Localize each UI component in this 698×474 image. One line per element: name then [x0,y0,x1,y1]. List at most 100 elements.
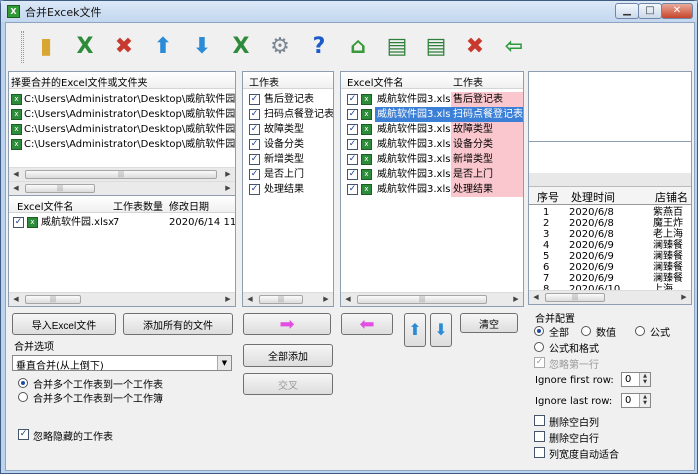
table-row[interactable]: ✓ x 威航软件园3.xlsx 售后登记表 [341,92,523,107]
chevron-down-icon[interactable]: ▼ [217,356,231,370]
sheet-checkbox[interactable]: ✓ [249,169,260,180]
table-row[interactable]: 1 2020/6/8 紫燕百 [529,207,691,218]
open-folder-toolbar-button[interactable]: ▮ [28,28,64,66]
exit-toolbar-button[interactable]: ⇦ [496,28,532,66]
col-excel-name[interactable]: Excel文件名 [17,198,74,212]
file-table[interactable]: Excel文件名 工作表数量 修改日期 ✓ x 威航软件园.xlsx 7 202… [8,195,236,307]
merge-to-sheet-radio[interactable] [18,378,28,388]
move-down-toolbar-button[interactable]: ⬇ [184,28,220,66]
sheet-checkbox[interactable]: ✓ [249,184,260,195]
scroll-right-icon[interactable]: ▶ [221,182,235,195]
import-excel-button[interactable]: 导入Excel文件 [12,313,116,335]
move-down-icon[interactable]: ⬇ [430,313,452,347]
col-time[interactable]: 处理时间 [571,189,615,205]
add-all-button[interactable]: 全部添加 [243,344,333,367]
table-row[interactable]: ✓ x 威航软件园.xlsx 7 2020/6/14 11:0 [9,215,235,230]
files-panel[interactable]: 择要合并的Excel文件或文件夹 x C:\Users\Administrator… [8,71,236,196]
cross-button[interactable]: 交叉 [243,373,333,395]
table-row[interactable]: 7 2020/6/9 澜臻餐 [529,273,691,284]
excel-toolbar-button[interactable]: X [67,28,103,66]
ignore-hidden-checkbox[interactable]: ✓ [18,429,29,440]
scroll-thumb[interactable]: ||| [259,295,303,304]
list-item[interactable]: ✓ 故障类型 [243,122,333,137]
move-up-icon[interactable]: ⬆ [404,313,426,347]
row-checkbox[interactable]: ✓ [347,154,358,165]
col-sheet[interactable]: 工作表 [453,74,483,88]
title-bar[interactable]: X 合并Excek文件 ▁ □ ✕ [1,1,697,22]
ignore-first-row-stepper[interactable]: 0 ▲ ▼ [621,372,651,387]
scroll-right-icon[interactable]: ▶ [221,293,235,306]
scroll-left-icon[interactable]: ◀ [341,293,355,306]
import-sheet-toolbar-button[interactable]: ▤ [379,28,415,66]
table-row[interactable]: ✓ x 威航软件园3.xlsx 设备分类 [341,137,523,152]
row-checkbox[interactable]: ✓ [347,94,358,105]
clear-button[interactable]: 清空 [460,313,518,333]
row-checkbox[interactable]: ✓ [347,109,358,120]
table-row[interactable]: 5 2020/6/9 澜臻餐 [529,251,691,262]
table-row[interactable]: 6 2020/6/9 澜臻餐 [529,262,691,273]
autofit-col-checkbox[interactable] [534,447,545,458]
delete-empty-row-checkbox[interactable] [534,431,545,442]
list-item[interactable]: ✓ 处理结果 [243,182,333,197]
delete-file-toolbar-button[interactable]: ✖ [457,28,493,66]
scroll-thumb[interactable]: ||| [25,170,217,179]
scroll-left-icon[interactable]: ◀ [9,182,23,195]
copy-formula-radio[interactable] [635,326,645,336]
table-row[interactable]: ✓ x 威航软件园3.xlsx 是否上门 [341,167,523,182]
sheets-panel[interactable]: 工作表 ✓ 售后登记表 ✓ 扫码点餐登记表 ✓ 故障类型 ✓ 设备分类 ✓ 新增类型 ✓ 是否上门 ✓ 处… [242,71,334,307]
settings-toolbar-button[interactable]: ⚙ [262,28,298,66]
sheet-checkbox[interactable]: ✓ [249,94,260,105]
scroll-left-icon[interactable]: ◀ [529,291,543,304]
row-checkbox[interactable]: ✓ [347,184,358,195]
col-modified-date[interactable]: 修改日期 [169,198,209,212]
files-hscroll[interactable]: ◀ ||| ▶ [9,167,235,181]
export-sheet-toolbar-button[interactable]: ▤ [418,28,454,66]
xlsx-export-toolbar-button[interactable]: X [223,28,259,66]
preview-hscroll[interactable]: ◀ ||| ▶ [529,290,691,304]
selected-sheets-panel[interactable]: Excel文件名 工作表 ✓ x 威航软件园3.xlsx 售后登记表 ✓ x 威航软件园3.… [340,71,524,307]
scroll-thumb[interactable]: ||| [357,295,487,304]
scroll-thumb[interactable]: ||| [545,293,605,302]
list-item[interactable]: ✓ 是否上门 [243,167,333,182]
sheet-checkbox[interactable]: ✓ [249,154,260,165]
table-row[interactable]: 4 2020/6/9 澜臻餐 [529,240,691,251]
scroll-right-icon[interactable]: ▶ [509,293,523,306]
scroll-left-icon[interactable]: ◀ [9,293,23,306]
row-checkbox[interactable]: ✓ [347,139,358,150]
sheet-checkbox[interactable]: ✓ [249,124,260,135]
table-row[interactable]: 2 2020/6/8 魔王炸 [529,218,691,229]
row-checkbox[interactable]: ✓ [347,169,358,180]
table-row[interactable]: ✓ x 威航软件园3.xlsx 处理结果 [341,182,523,197]
move-up-toolbar-button[interactable]: ⬆ [145,28,181,66]
scroll-right-icon[interactable]: ▶ [221,168,235,181]
maximize-button[interactable]: □ [638,3,662,19]
spin-arrows-icon[interactable]: ▲ ▼ [639,373,650,386]
merge-mode-select[interactable]: 垂直合并(从上倒下) ▼ [12,355,232,372]
scroll-right-icon[interactable]: ▶ [677,291,691,304]
list-item[interactable]: ✓ 售后登记表 [243,92,333,107]
help-toolbar-button[interactable]: ? [301,28,337,66]
list-item[interactable]: ✓ 扫码点餐登记表 [243,107,333,122]
row-checkbox[interactable]: ✓ [13,217,24,228]
remove-left-arrow-icon[interactable]: ⬅ [341,313,393,335]
scroll-left-icon[interactable]: ◀ [243,293,257,306]
add-right-arrow-icon[interactable]: ➡ [243,313,331,335]
close-button[interactable]: ✕ [661,3,693,19]
col-shop[interactable]: 店铺名 [655,189,688,205]
ignore-first-line-checkbox[interactable]: ✓ [534,357,545,368]
selected-hscroll[interactable]: ◀ ||| ▶ [341,292,523,306]
add-all-files-button[interactable]: 添加所有的文件 [123,313,233,335]
col-seq[interactable]: 序号 [537,189,559,205]
table-row[interactable]: 3 2020/6/8 老上海 [529,229,691,240]
ignore-last-row-stepper[interactable]: 0 ▲ ▼ [621,393,651,408]
copy-formula-format-radio[interactable] [534,342,544,352]
sheet-checkbox[interactable]: ✓ [249,139,260,150]
file-table-hscroll[interactable]: ◀ ||| ▶ [9,292,235,306]
col-excel-name[interactable]: Excel文件名 [347,74,404,88]
table-row[interactable]: ✓ x 威航软件园3.xlsx 故障类型 [341,122,523,137]
preview-grid[interactable]: 序号 处理时间 店铺名 1 2020/6/8 紫燕百 2 2020/6/8 魔王炸 3 202… [528,173,692,305]
table-row[interactable]: ✓ x 威航软件园3.xlsx 扫码点餐登记表 [341,107,523,122]
merge-to-workbook-radio[interactable] [18,392,28,402]
scroll-left-icon[interactable]: ◀ [9,168,23,181]
spin-arrows-icon[interactable]: ▲ ▼ [639,394,650,407]
